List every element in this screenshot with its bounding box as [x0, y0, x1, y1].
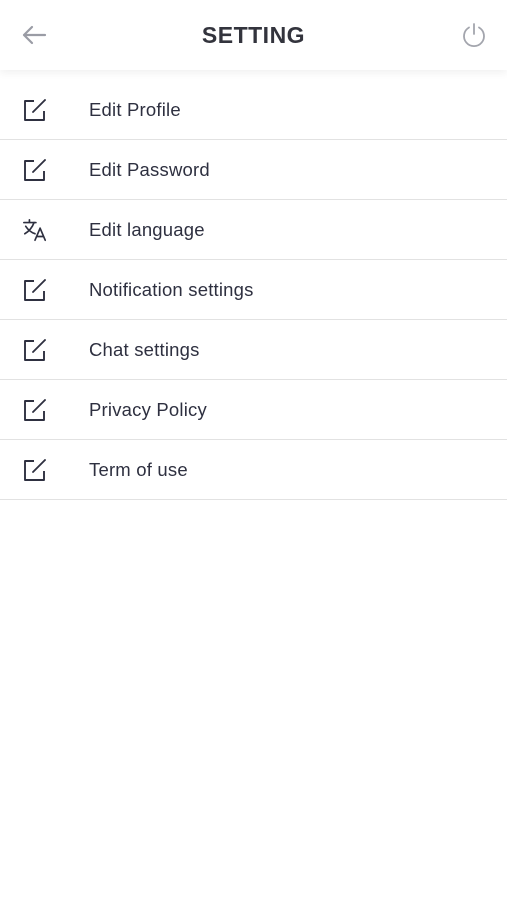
edit-icon: [22, 157, 48, 183]
menu-item-label: Edit Password: [89, 158, 210, 180]
power-icon: [463, 23, 485, 48]
menu-item-label: Chat settings: [89, 338, 200, 360]
power-button[interactable]: [457, 18, 491, 52]
edit-icon: [22, 337, 48, 363]
menu-item-chat-settings[interactable]: Chat settings: [0, 320, 507, 380]
menu-item-privacy-policy[interactable]: Privacy Policy: [0, 380, 507, 440]
menu-item-edit-password[interactable]: Edit Password: [0, 140, 507, 200]
menu-item-notification-settings[interactable]: Notification settings: [0, 260, 507, 320]
app-header: SETTING: [0, 0, 507, 70]
menu-item-label: Term of use: [89, 458, 188, 480]
edit-icon: [22, 397, 48, 423]
page-title: SETTING: [201, 22, 306, 48]
menu-item-label: Edit Profile: [89, 98, 181, 120]
settings-menu: Edit Profile Edit Password Edit language: [0, 80, 507, 500]
menu-item-label: Edit language: [89, 218, 205, 240]
edit-icon: [22, 457, 48, 483]
translate-icon: [22, 217, 48, 243]
menu-item-edit-profile[interactable]: Edit Profile: [0, 80, 507, 140]
menu-item-label: Notification settings: [89, 278, 254, 300]
menu-item-term-of-use[interactable]: Term of use: [0, 440, 507, 500]
edit-icon: [22, 277, 48, 303]
menu-item-edit-language[interactable]: Edit language: [0, 200, 507, 260]
edit-icon: [22, 97, 48, 123]
menu-item-label: Privacy Policy: [89, 398, 207, 420]
